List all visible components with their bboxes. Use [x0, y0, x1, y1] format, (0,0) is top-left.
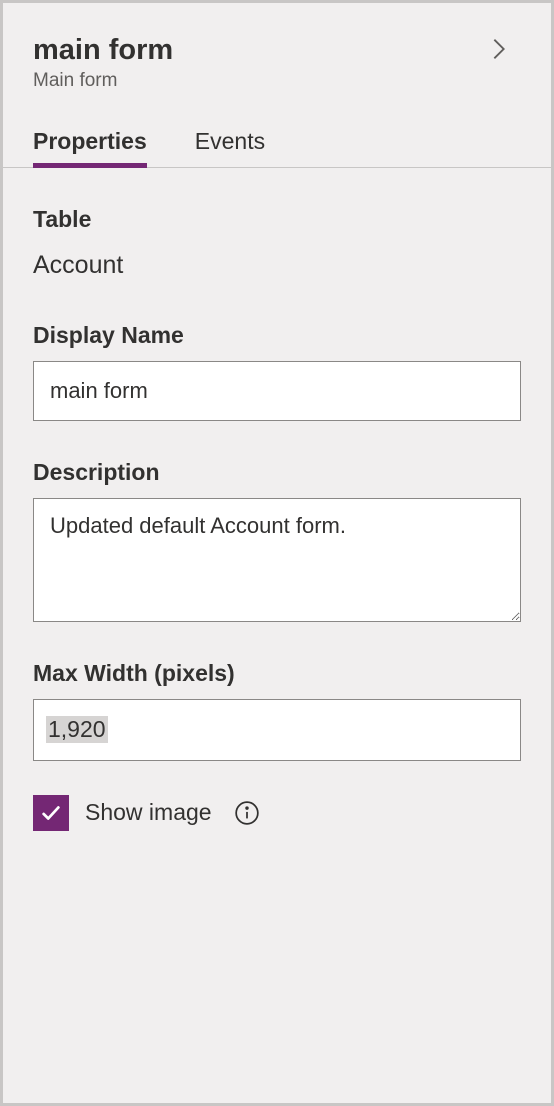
max-width-value: 1,920 [46, 716, 108, 743]
panel-content: Table Account Display Name Description U… [3, 168, 551, 831]
panel-header: main form Main form [3, 3, 551, 92]
description-input[interactable]: Updated default Account form. [33, 498, 521, 622]
display-name-label: Display Name [33, 322, 521, 349]
panel-subtitle: Main form [33, 70, 521, 92]
table-value: Account [33, 251, 521, 280]
tab-properties[interactable]: Properties [33, 128, 147, 167]
show-image-row: Show image [33, 795, 521, 831]
table-label: Table [33, 206, 521, 233]
show-image-label: Show image [85, 799, 212, 826]
info-icon[interactable] [234, 800, 260, 826]
max-width-label: Max Width (pixels) [33, 660, 521, 687]
show-image-checkbox[interactable] [33, 795, 69, 831]
chevron-right-icon[interactable] [485, 35, 513, 63]
properties-panel: main form Main form Properties Events Ta… [0, 0, 554, 1106]
tab-bar: Properties Events [3, 128, 551, 168]
panel-title: main form [33, 33, 521, 68]
display-name-input[interactable] [33, 361, 521, 421]
max-width-input[interactable]: 1,920 [33, 699, 521, 761]
tab-events[interactable]: Events [195, 128, 265, 167]
description-label: Description [33, 459, 521, 486]
